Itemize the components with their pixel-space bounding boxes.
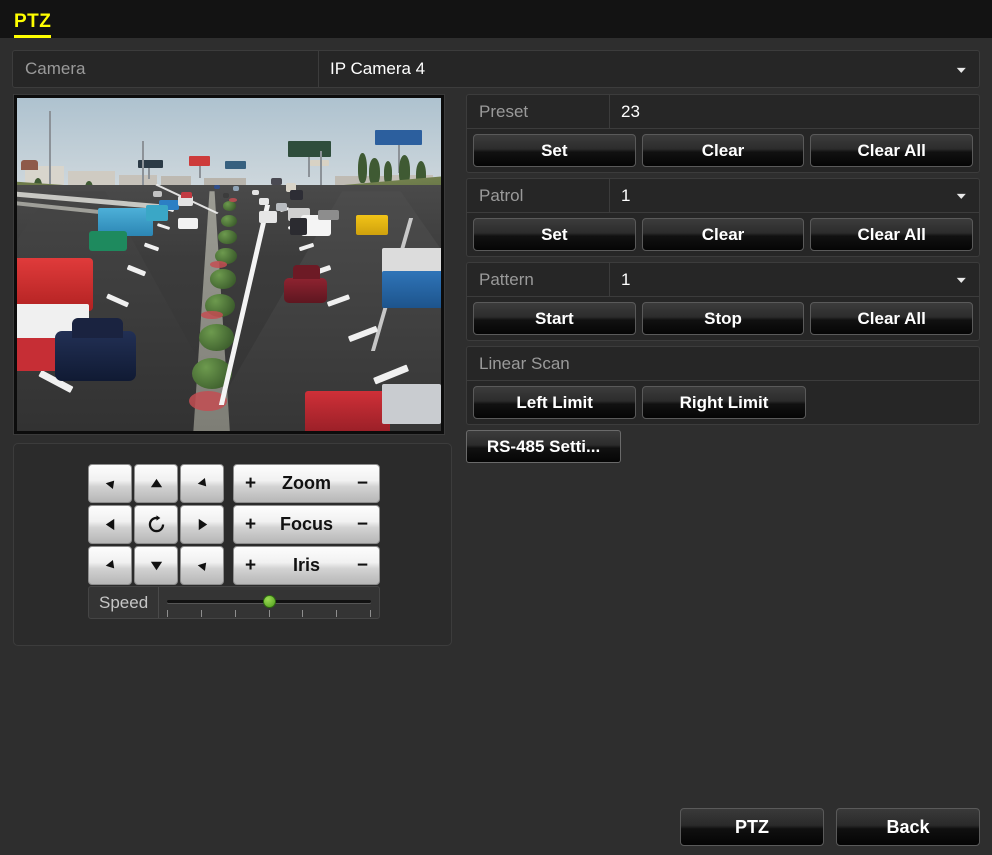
- slider-knob[interactable]: [263, 595, 277, 608]
- patrol-group: Patrol 1 ▾ Set Clear Clear All: [466, 178, 980, 257]
- speed-label: Speed: [89, 587, 160, 618]
- iris-plus-button[interactable]: +: [245, 556, 256, 575]
- patrol-buttons: Set Clear Clear All: [467, 213, 979, 256]
- focus-minus-button[interactable]: −: [357, 515, 368, 534]
- ptz-button[interactable]: PTZ: [680, 808, 824, 846]
- arrow-left-icon[interactable]: [88, 505, 132, 544]
- arrow-up-left-icon[interactable]: [88, 464, 132, 503]
- zoom-control[interactable]: + Zoom −: [233, 464, 380, 503]
- pattern-label: Pattern: [479, 269, 534, 289]
- window-titlebar: PTZ: [0, 0, 992, 38]
- camera-selector[interactable]: Camera IP Camera 4 ▾: [12, 50, 980, 88]
- page-title: PTZ: [14, 10, 52, 38]
- preset-field[interactable]: Preset 23: [467, 95, 979, 129]
- preset-buttons: Set Clear Clear All: [467, 129, 979, 172]
- arrow-down-right-icon[interactable]: [180, 546, 224, 585]
- lens-control-group: + Zoom − + Focus − + Iris −: [233, 464, 380, 585]
- arrow-down-left-icon[interactable]: [88, 546, 132, 585]
- patrol-label: Patrol: [479, 185, 524, 205]
- video-preview-panel[interactable]: [13, 94, 445, 435]
- preset-group: Preset 23 Set Clear Clear All: [466, 94, 980, 173]
- patrol-field[interactable]: Patrol 1 ▾: [467, 179, 979, 213]
- preset-clear-all-button[interactable]: Clear All: [810, 134, 974, 167]
- patrol-set-button[interactable]: Set: [473, 218, 636, 251]
- preset-set-button[interactable]: Set: [473, 134, 636, 167]
- live-video-preview[interactable]: [17, 98, 441, 431]
- auto-scan-rotate-icon[interactable]: [134, 505, 178, 544]
- pattern-clear-all-button[interactable]: Clear All: [810, 302, 974, 335]
- iris-label: Iris: [292, 555, 321, 575]
- arrow-down-icon[interactable]: [134, 546, 178, 585]
- slider-ticks: [167, 610, 371, 617]
- preset-label: Preset: [479, 101, 529, 121]
- preset-input[interactable]: 23: [609, 95, 979, 128]
- rs485-settings-button[interactable]: RS-485 Setti...: [466, 430, 621, 463]
- focus-plus-button[interactable]: +: [245, 515, 256, 534]
- chevron-down-icon[interactable]: ▾: [957, 64, 982, 74]
- pattern-group: Pattern 1 ▾ Start Stop Clear All: [466, 262, 980, 341]
- arrow-right-icon[interactable]: [180, 505, 224, 544]
- right-limit-button[interactable]: Right Limit: [642, 386, 806, 419]
- iris-minus-button[interactable]: −: [357, 556, 368, 575]
- arrow-up-right-icon[interactable]: [180, 464, 224, 503]
- camera-label: Camera: [25, 59, 86, 78]
- speed-slider[interactable]: [159, 587, 379, 618]
- preset-clear-button[interactable]: Clear: [641, 134, 805, 167]
- zoom-label: Zoom: [282, 473, 331, 493]
- linear-scan-group: Linear Scan Left Limit Right Limit: [466, 346, 980, 425]
- patrol-clear-all-button[interactable]: Clear All: [810, 218, 974, 251]
- back-button[interactable]: Back: [836, 808, 980, 846]
- ptz-direction-pad: [88, 464, 224, 585]
- arrow-up-icon[interactable]: [134, 464, 178, 503]
- chevron-down-icon[interactable]: ▾: [957, 275, 982, 285]
- zoom-plus-button[interactable]: +: [245, 474, 256, 493]
- pattern-start-button[interactable]: Start: [473, 302, 636, 335]
- camera-value: IP Camera 4: [318, 51, 960, 87]
- pattern-buttons: Start Stop Clear All: [467, 297, 979, 340]
- chevron-down-icon[interactable]: ▾: [957, 191, 982, 201]
- patrol-clear-button[interactable]: Clear: [641, 218, 805, 251]
- ptz-settings-panel: Preset 23 Set Clear Clear All Patrol 1 ▾…: [466, 94, 980, 463]
- linear-scan-buttons: Left Limit Right Limit: [467, 381, 979, 424]
- iris-control[interactable]: + Iris −: [233, 546, 380, 585]
- left-limit-button[interactable]: Left Limit: [473, 386, 637, 419]
- pattern-field[interactable]: Pattern 1 ▾: [467, 263, 979, 297]
- ptz-control-panel: + Zoom − + Focus − + Iris − Speed: [13, 443, 452, 646]
- linear-scan-label: Linear Scan: [467, 347, 979, 381]
- focus-control[interactable]: + Focus −: [233, 505, 380, 544]
- speed-control[interactable]: Speed: [88, 586, 380, 619]
- patrol-value: 1: [609, 179, 960, 212]
- pattern-stop-button[interactable]: Stop: [641, 302, 805, 335]
- zoom-minus-button[interactable]: −: [357, 474, 368, 493]
- footer-actions: PTZ Back: [680, 808, 980, 846]
- pattern-value: 1: [609, 263, 960, 296]
- focus-label: Focus: [279, 514, 333, 534]
